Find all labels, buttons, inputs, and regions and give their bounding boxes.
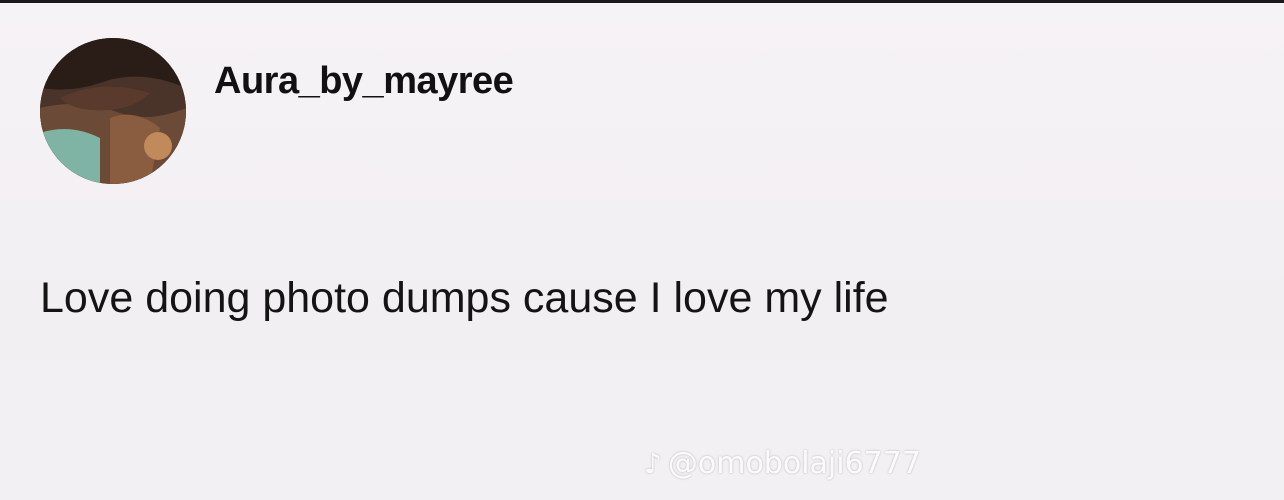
post-text: Love doing photo dumps cause I love my l…	[40, 274, 889, 322]
post-card: Aura_by_mayree Love doing photo dumps ca…	[0, 0, 1284, 500]
avatar[interactable]	[40, 38, 186, 184]
username[interactable]: Aura_by_mayree	[214, 60, 514, 103]
avatar-photo	[40, 38, 186, 184]
tiktok-note-icon: ♪	[644, 446, 662, 480]
top-border	[0, 0, 1284, 3]
watermark: ♪ @omobolaji6777	[644, 446, 921, 481]
watermark-handle: @omobolaji6777	[667, 446, 921, 481]
